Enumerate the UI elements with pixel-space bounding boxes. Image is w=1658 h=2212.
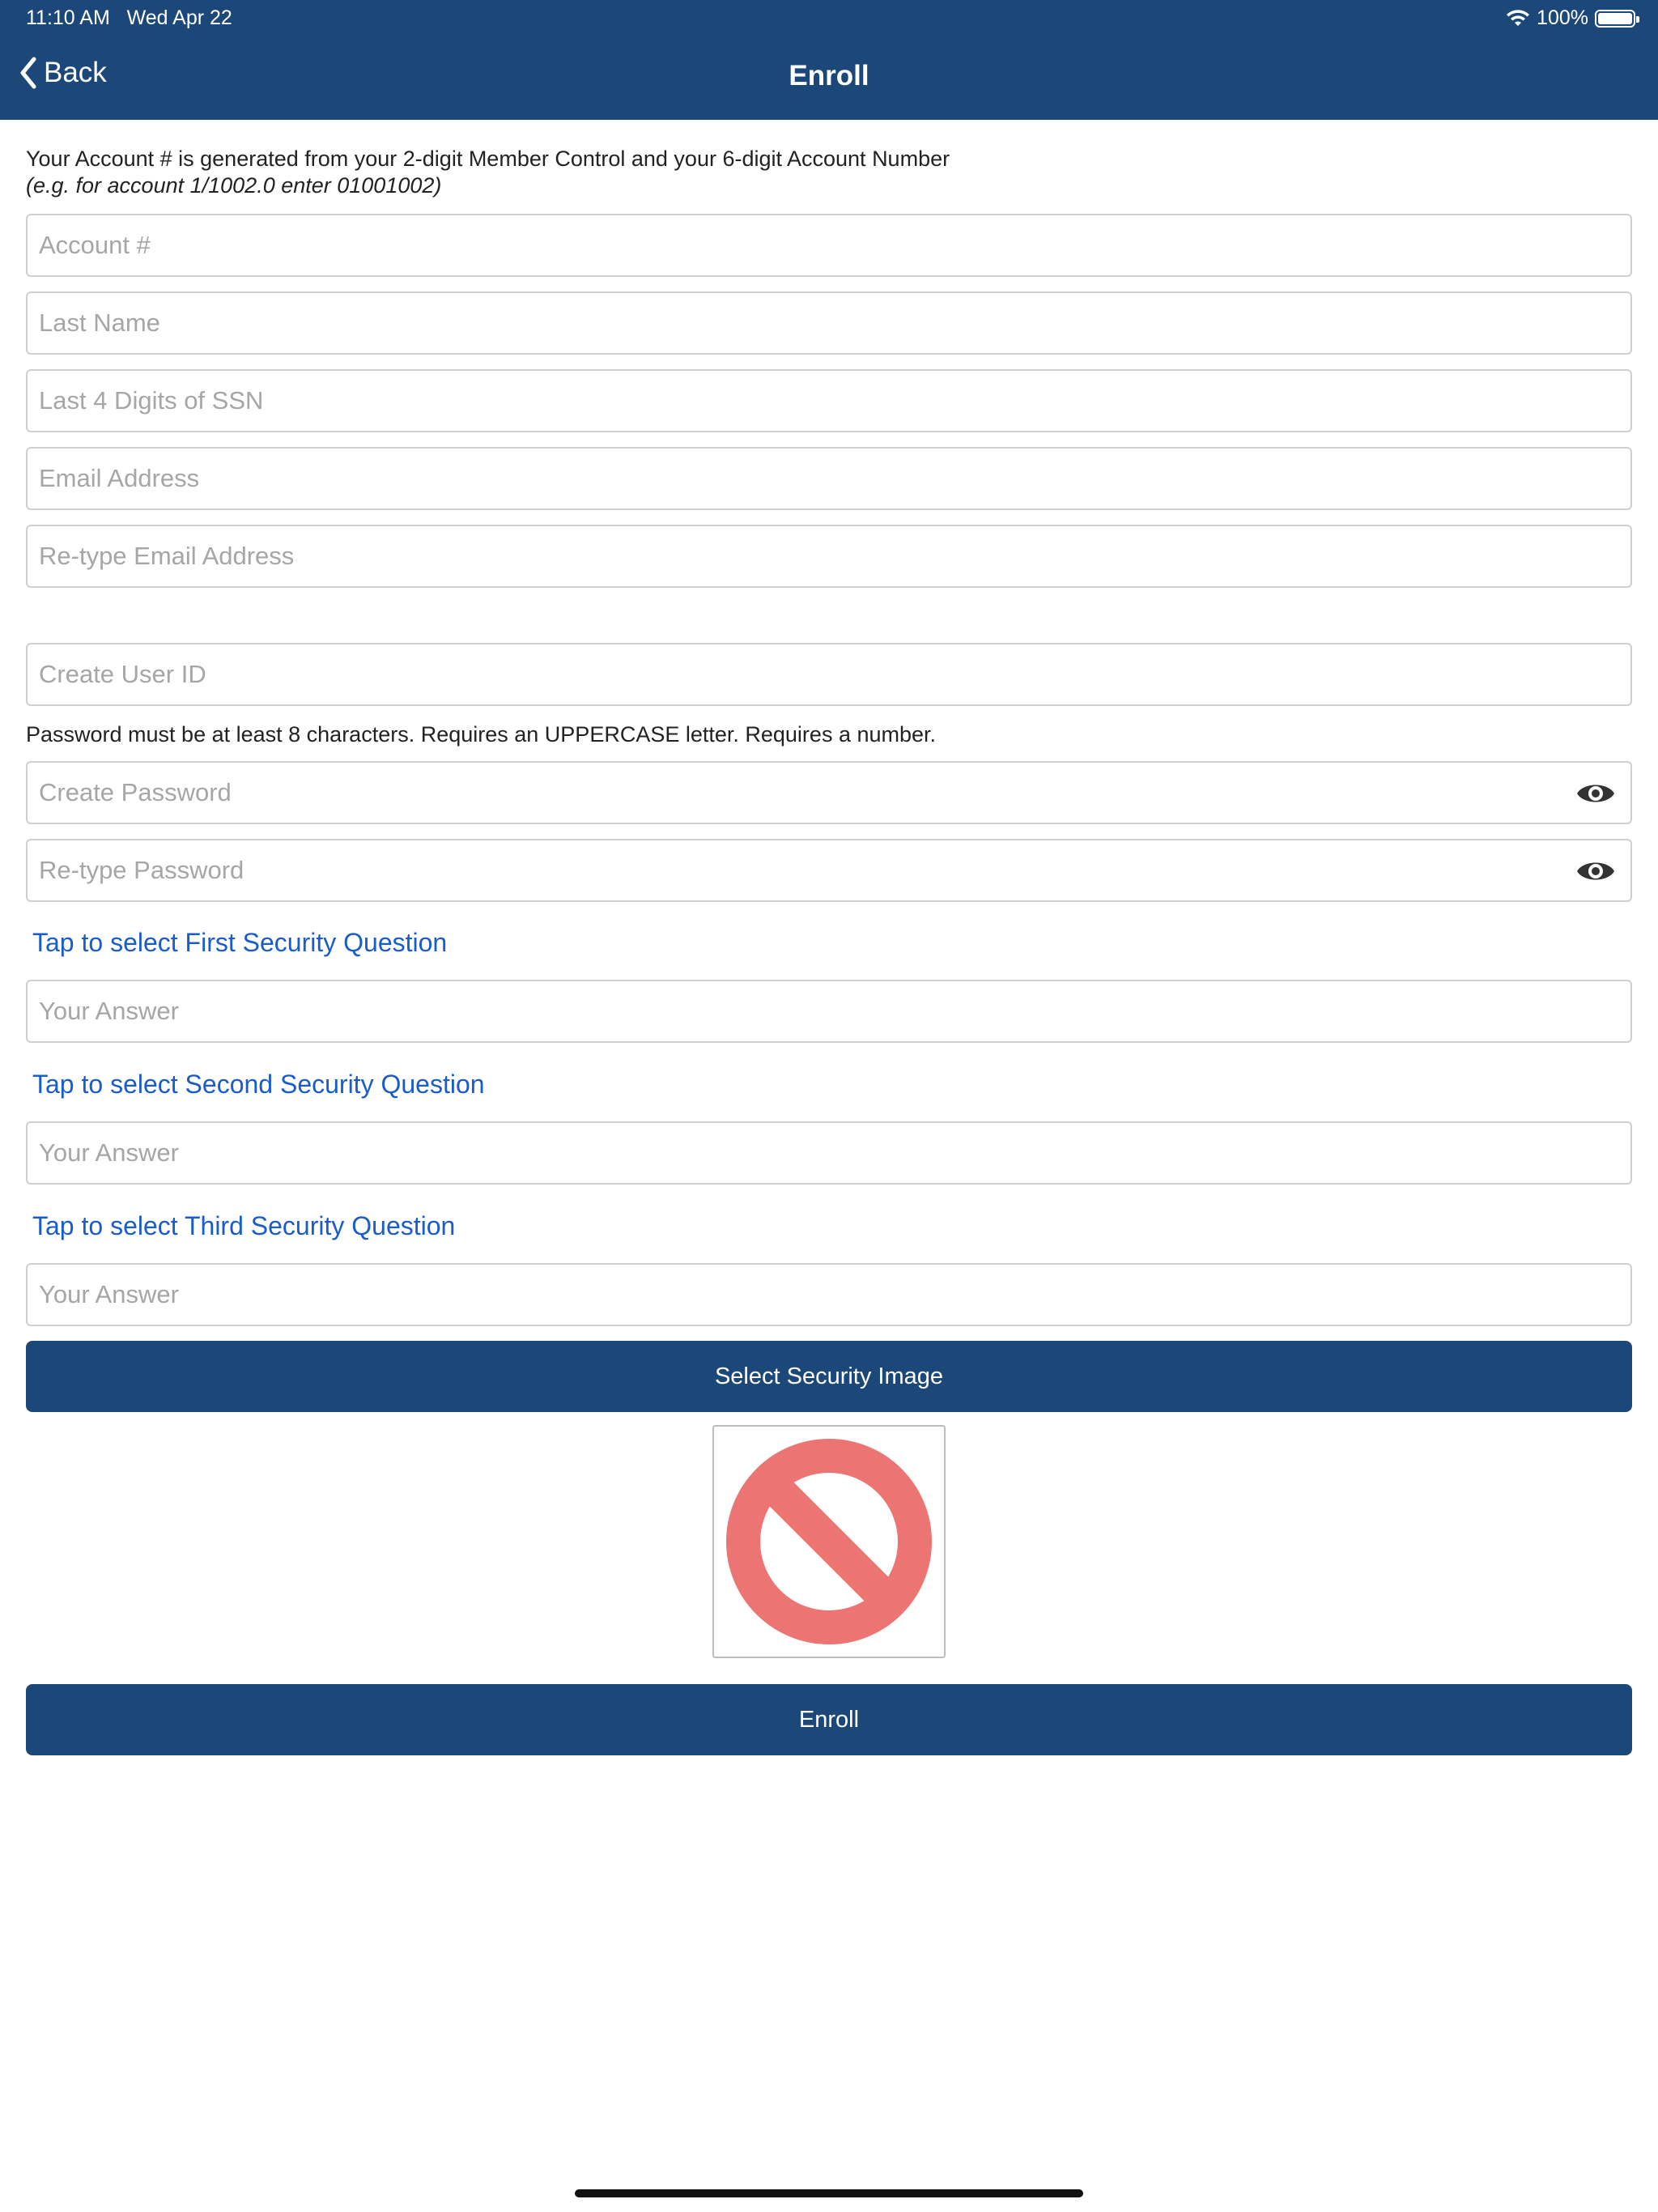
wifi-icon [1507,9,1530,26]
password-input[interactable] [28,763,1630,823]
first-answer-field[interactable] [26,980,1632,1043]
last-name-field[interactable] [26,291,1632,355]
account-number-input[interactable] [28,215,1630,275]
third-answer-field[interactable] [26,1263,1632,1326]
enroll-label: Enroll [798,1706,860,1733]
status-indicators: 100% [1506,6,1639,30]
top-bar: 11:10 AM Wed Apr 22 100% Back Enroll [0,0,1658,120]
first-answer-input[interactable] [28,981,1630,1041]
ssn-input[interactable] [28,371,1630,431]
user-id-input[interactable] [28,644,1630,704]
prohibited-icon [726,1439,932,1644]
password-requirements: Password must be at least 8 characters. … [26,722,937,747]
clock-date: Wed Apr 22 [126,6,232,29]
third-security-question-link[interactable]: Tap to select Third Security Question [32,1211,455,1241]
email-field[interactable] [26,447,1632,510]
password-retype-field[interactable] [26,839,1632,902]
third-answer-input[interactable] [28,1265,1630,1325]
account-info-line: Your Account # is generated from your 2-… [26,147,950,171]
user-id-field[interactable] [26,643,1632,706]
select-security-image-label: Select Security Image [714,1363,944,1389]
select-security-image-button[interactable]: Select Security Image [26,1341,1632,1412]
email-retype-field[interactable] [26,525,1632,588]
battery-percent: 100% [1537,6,1588,29]
password-field[interactable] [26,761,1632,824]
ssn-field[interactable] [26,369,1632,432]
clock-time: 11:10 AM [26,6,110,29]
eye-icon[interactable] [1575,779,1616,808]
page-title: Enroll [789,60,869,91]
second-security-question-link[interactable]: Tap to select Second Security Question [32,1070,485,1100]
security-image-preview[interactable] [712,1425,946,1658]
battery-icon [1595,9,1639,28]
account-number-field[interactable] [26,214,1632,277]
home-indicator [575,2189,1083,2197]
password-retype-input[interactable] [28,840,1630,900]
enroll-button[interactable]: Enroll [26,1684,1632,1755]
account-info: Your Account # is generated from your 2-… [26,146,1632,199]
eye-icon[interactable] [1575,857,1616,886]
status-time: 11:10 AM Wed Apr 22 [26,6,232,30]
account-example: (e.g. for account 1/1002.0 enter 0100100… [26,173,442,198]
email-input[interactable] [28,449,1630,508]
last-name-input[interactable] [28,293,1630,353]
email-retype-input[interactable] [28,526,1630,586]
first-security-question-link[interactable]: Tap to select First Security Question [32,928,447,958]
second-answer-input[interactable] [28,1123,1630,1183]
second-answer-field[interactable] [26,1121,1632,1185]
